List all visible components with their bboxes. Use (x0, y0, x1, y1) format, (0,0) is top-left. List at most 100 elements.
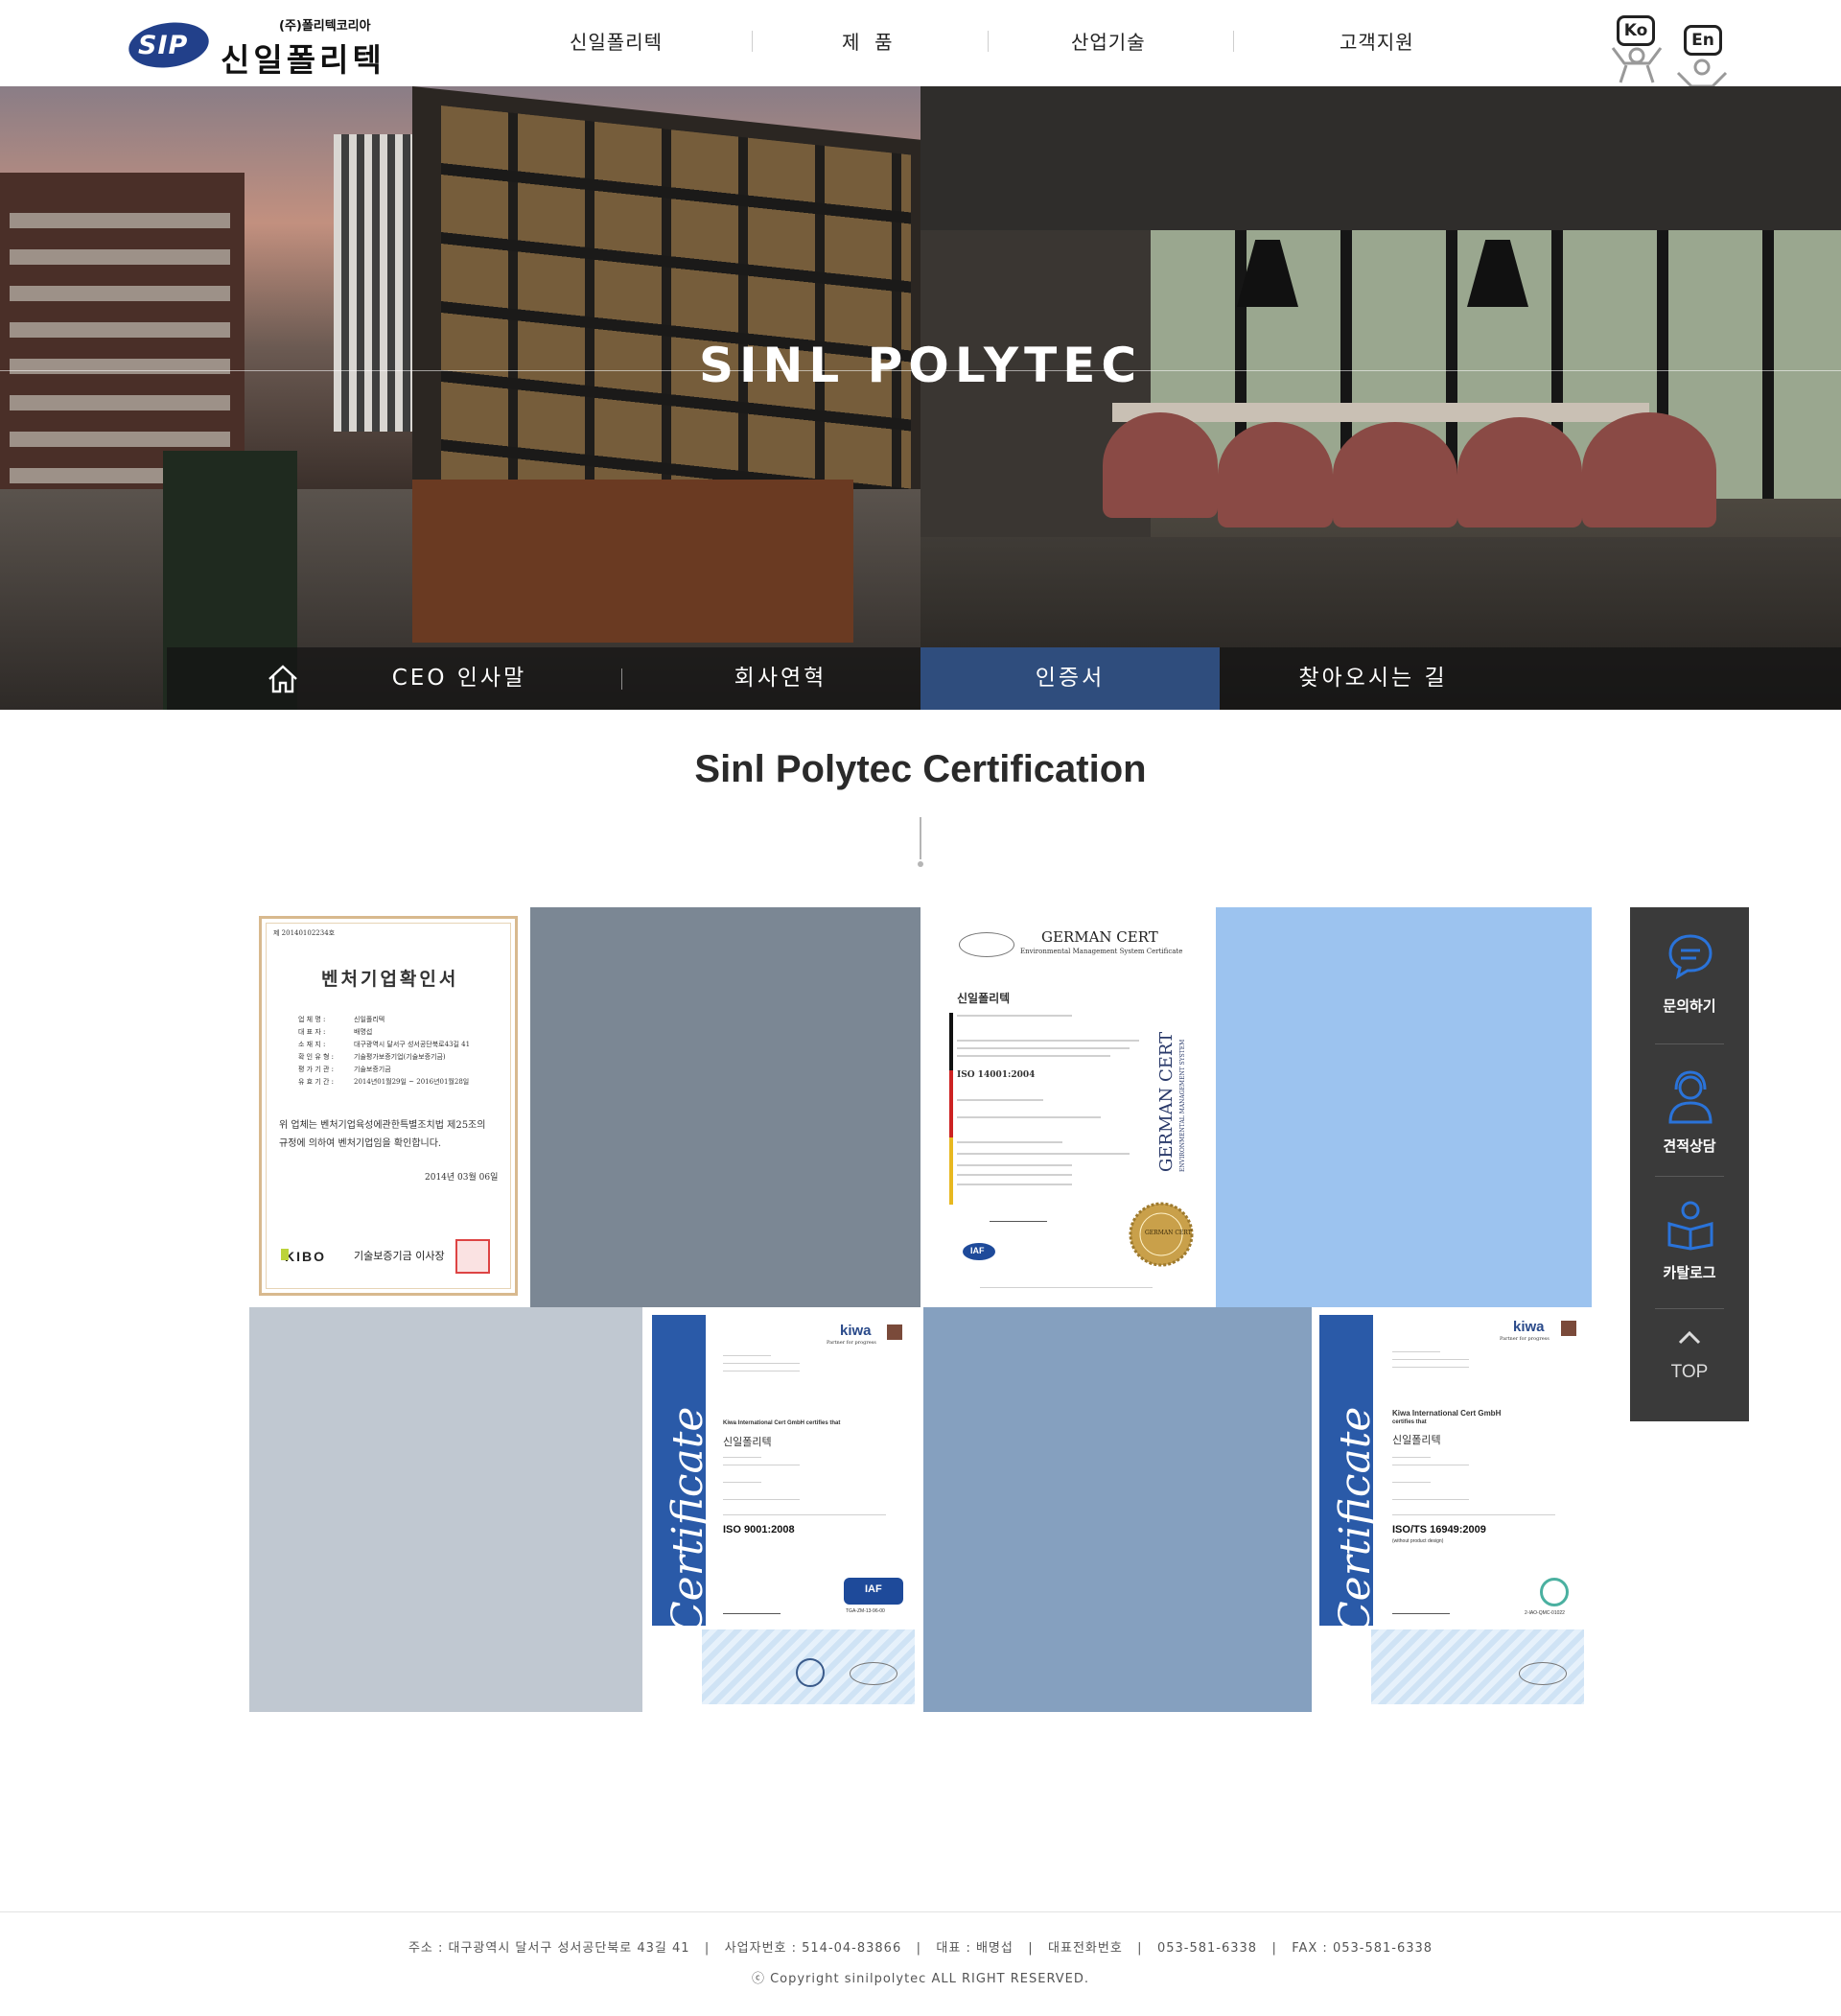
cert-number: 제 20140102234호 (273, 929, 336, 937)
quick-quote-button[interactable]: 견적상담 (1630, 1068, 1749, 1164)
cert-seal (796, 1658, 825, 1687)
kiwa-tagline: Partner for progress (827, 1340, 876, 1346)
site-logo[interactable]: SIP (주)폴리텍코리아 신일폴리텍 (126, 13, 387, 79)
chevron-up-icon (1678, 1330, 1701, 1345)
hero-title: SINL POLYTEC (698, 338, 1143, 393)
cert-company: 신일폴리텍 (723, 1436, 772, 1448)
kiwa-logo: kiwa (840, 1323, 872, 1339)
scroll-top-button[interactable]: TOP (1630, 1329, 1749, 1406)
lang-ko-label: Ko (1617, 15, 1655, 46)
logo-badge-text: SIP (138, 31, 189, 60)
title-decor-line (920, 817, 921, 859)
quick-inquiry-label: 문의하기 (1663, 997, 1716, 1015)
quick-menu: 문의하기 견적상담 카탈로그 TOP (1630, 907, 1749, 1421)
subnav-ceo-greeting[interactable]: CEO 인사말 (349, 647, 570, 710)
nav-divider (1233, 31, 1234, 52)
subnav-company-history[interactable]: 회사연혁 (637, 647, 924, 710)
quick-inquiry-button[interactable]: 문의하기 (1630, 930, 1749, 1026)
german-cert-logo (959, 932, 1014, 957)
gallery-tile (249, 1307, 642, 1712)
subnav-directions[interactable]: 찾아오시는 길 (1220, 647, 1526, 710)
kibo-logo-mark (281, 1249, 289, 1260)
quick-catalog-label: 카탈로그 (1663, 1264, 1716, 1281)
cert-code: TGA-ZM-13-96-00 (846, 1608, 885, 1614)
quick-quote-label: 견적상담 (1663, 1137, 1716, 1155)
kibo-logo: KIBO (285, 1249, 326, 1264)
certificate-kiwa-iso-ts16949[interactable]: Certificate kiwa Partner for progress Ki… (1312, 1307, 1592, 1712)
cert-side-title: GERMAN CERT (1156, 1031, 1177, 1172)
kiwa-tagline: Partner for progress (1500, 1336, 1550, 1342)
kiwa-logo-mark (1561, 1321, 1576, 1336)
quick-catalog-button[interactable]: 카탈로그 (1630, 1199, 1749, 1295)
footer-divider (0, 1911, 1841, 1912)
cert-issuer-line: Kiwa International Cert GmbH (1392, 1409, 1502, 1418)
nav-item-company[interactable]: 신일폴리텍 (570, 27, 663, 55)
certificate-venture[interactable]: 제 20140102234호 벤처기업확인서 업 체 명 : 신일폴리텍 대 표 … (259, 916, 518, 1296)
cert-issuer-line: Kiwa International Cert GmbH certifies t… (723, 1420, 841, 1426)
cert-side-subtitle: ENVIRONMENTAL MANAGEMENT SYSTEM (1179, 1039, 1186, 1172)
page-title: Sinl Polytec Certification (694, 748, 1147, 790)
sub-navigation: CEO 인사말 회사연혁 인증서 찾아오시는 길 (167, 647, 1841, 710)
gallery-tile (923, 1307, 1312, 1712)
cert-body-line: 규정에 의하여 벤처기업임을 확인합니다. (279, 1138, 442, 1149)
lang-korean-button[interactable]: Ko (1607, 15, 1666, 84)
cert-standard: ISO/TS 16949:2009 (1392, 1524, 1486, 1535)
hero-building-photo (0, 86, 920, 710)
hero-meeting-room-photo (920, 86, 1841, 710)
scroll-top-label: TOP (1670, 1362, 1709, 1382)
cert-company: 신일폴리텍 (1392, 1434, 1441, 1446)
certificate-german-cert-iso14001[interactable]: GERMAN CERT Environmental Management Sys… (922, 907, 1216, 1307)
certificate-kiwa-iso9001[interactable]: Certificate kiwa Partner for progress Ki… (642, 1307, 923, 1712)
quick-menu-divider (1655, 1176, 1724, 1177)
kiwa-logo-mark (887, 1324, 902, 1340)
signature (1392, 1595, 1450, 1614)
subnav-certification[interactable]: 인증서 (920, 647, 1220, 710)
chat-bubble-icon (1668, 934, 1713, 980)
cert-seal (850, 1662, 897, 1685)
headset-agent-icon (1668, 1070, 1713, 1124)
logo-company-name: 신일폴리텍 (221, 41, 385, 79)
site-header: SIP (주)폴리텍코리아 신일폴리텍 신일폴리텍 제 품 산업기술 고객지원 … (0, 0, 1841, 88)
reading-book-icon (1667, 1201, 1713, 1251)
nav-item-industry-tech[interactable]: 산업기술 (1071, 27, 1146, 55)
flag-stripe-gold (949, 1137, 953, 1205)
nav-divider (752, 31, 753, 52)
quick-menu-divider (1655, 1043, 1724, 1044)
signature (990, 1205, 1047, 1222)
lang-english-button[interactable]: En (1672, 25, 1732, 94)
kiwa-logo: kiwa (1513, 1319, 1545, 1335)
cert-title: 벤처기업확인서 (321, 969, 459, 990)
logo-corp-name: (주)폴리텍코리아 (279, 19, 371, 34)
subnav-divider (621, 668, 622, 690)
home-icon[interactable] (267, 663, 299, 695)
lang-en-label: En (1684, 25, 1722, 56)
cert-issuer-line: certifies that (1392, 1419, 1427, 1425)
nav-divider (988, 31, 989, 52)
signature (723, 1595, 781, 1614)
cert-seal (1519, 1662, 1567, 1685)
cert-standard-note: (without product design) (1392, 1538, 1444, 1544)
gallery-tile (530, 907, 920, 1307)
cert-body-line: 위 업체는 벤처기업육성에관한특별조치법 제25조의 (279, 1120, 486, 1131)
cert-code: 2-IAO-QMC-01022 (1525, 1610, 1565, 1616)
title-decor-dot (918, 861, 923, 867)
nav-item-customer-support[interactable]: 고객지원 (1340, 27, 1414, 55)
cert-standard: ISO 14001:2004 (957, 1070, 1036, 1080)
quick-menu-divider (1655, 1308, 1724, 1309)
cert-date: 2014년 03월 06일 (425, 1173, 499, 1183)
flag-stripe-black (949, 1013, 953, 1070)
cert-company: 신일폴리텍 (957, 992, 1011, 1005)
footer-copyright: ⓒ Copyright sinilpolytec ALL RIGHT RESER… (751, 1972, 1090, 1986)
hero-banner: SINL POLYTEC CEO 인사말 회사연혁 인증서 찾아오시는 길 (0, 86, 1841, 710)
cert-subheader: Environmental Management System Certific… (1020, 948, 1183, 955)
cert-header: GERMAN CERT (1041, 928, 1158, 946)
seal-label: GERMAN CERT (1145, 1230, 1192, 1236)
iatf-logo (1540, 1578, 1569, 1606)
cert-side-text: Certificate (664, 1406, 712, 1633)
official-seal-stamp (455, 1239, 490, 1274)
flag-stripe-red (949, 1070, 953, 1137)
nav-item-products[interactable]: 제 품 (842, 27, 894, 55)
gallery-tile (1216, 907, 1592, 1307)
cert-standard: ISO 9001:2008 (723, 1524, 795, 1535)
footer-company-info: 주소 : 대구광역시 달서구 성서공단북로 43길 41 | 사업자번호 : 5… (408, 1941, 1433, 1956)
